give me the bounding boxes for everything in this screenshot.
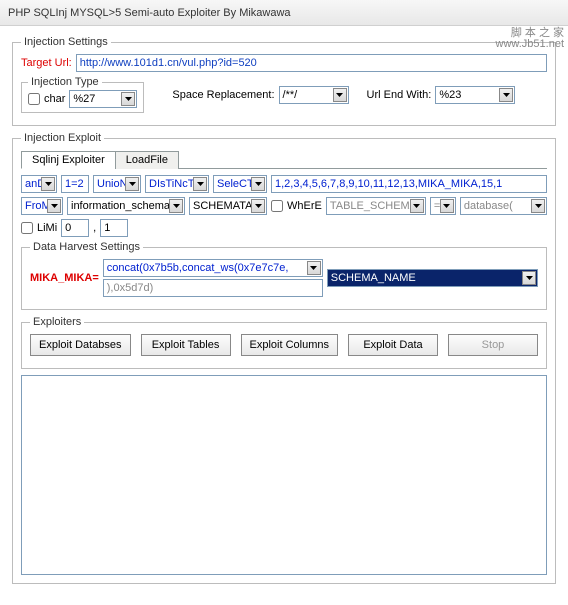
one-two-input[interactable]: [61, 175, 89, 193]
injection-exploit-group: Injection Exploit Sqlinj Exploiter LoadF…: [12, 132, 556, 584]
from-select[interactable]: FroM: [21, 197, 63, 215]
char-label: char: [44, 93, 65, 105]
chevron-down-icon: [125, 177, 139, 191]
chevron-down-icon: [169, 199, 183, 213]
schemata-select[interactable]: SCHEMATA: [189, 197, 267, 215]
exploit-tables-button[interactable]: Exploit Tables: [141, 334, 231, 356]
schema-name-select[interactable]: SCHEMA_NAME: [327, 269, 538, 287]
info-schema-select[interactable]: information_schema: [67, 197, 185, 215]
char-checkbox[interactable]: [28, 93, 40, 105]
watermark: 脚 本 之 家 www.Jb51.net: [496, 28, 564, 50]
window-titlebar: PHP SQLInj MYSQL>5 Semi-auto Exploiter B…: [0, 0, 568, 26]
limit-checkbox[interactable]: [21, 222, 33, 234]
output-textarea[interactable]: [21, 375, 547, 575]
space-replacement-select[interactable]: /**/: [279, 86, 349, 104]
union-select[interactable]: UnioN: [93, 175, 141, 193]
chevron-down-icon: [251, 199, 265, 213]
chevron-down-icon: [499, 88, 513, 102]
where-checkbox[interactable]: [271, 200, 283, 212]
tab-loadfile[interactable]: LoadFile: [115, 151, 179, 169]
injection-type-legend: Injection Type: [28, 76, 102, 88]
url-end-select[interactable]: %23: [435, 86, 515, 104]
exploit-data-button[interactable]: Exploit Data: [348, 334, 438, 356]
columns-input[interactable]: [271, 175, 547, 193]
injection-settings-legend: Injection Settings: [21, 36, 111, 48]
chevron-down-icon: [522, 271, 536, 285]
url-end-label: Url End With:: [367, 89, 432, 101]
exploit-databases-button[interactable]: Exploit Databses: [30, 334, 131, 356]
chevron-down-icon: [121, 92, 135, 106]
tail-input: [103, 279, 323, 297]
chevron-down-icon: [47, 199, 61, 213]
limit-1-input[interactable]: [61, 219, 89, 237]
limit-2-input[interactable]: [100, 219, 128, 237]
target-url-input[interactable]: [76, 54, 547, 72]
and-select[interactable]: anD: [21, 175, 57, 193]
window-title: PHP SQLInj MYSQL>5 Semi-auto Exploiter B…: [8, 7, 291, 19]
exploiters-group: Exploiters Exploit Databses Exploit Tabl…: [21, 316, 547, 369]
tab-sqlinj[interactable]: Sqlinj Exploiter: [21, 151, 116, 169]
space-replacement-label: Space Replacement:: [172, 89, 274, 101]
chevron-down-icon: [333, 88, 347, 102]
chevron-down-icon: [440, 199, 454, 213]
char-select[interactable]: %27: [69, 90, 137, 108]
chevron-down-icon: [41, 177, 55, 191]
select-select[interactable]: SeleCT: [213, 175, 267, 193]
eq-select[interactable]: =: [430, 197, 456, 215]
chevron-down-icon: [193, 177, 207, 191]
chevron-down-icon: [531, 199, 545, 213]
chevron-down-icon: [307, 261, 321, 275]
distinct-select[interactable]: DIsTiNcT: [145, 175, 209, 193]
exploit-tabs: Sqlinj Exploiter LoadFile: [21, 150, 547, 169]
chevron-down-icon: [251, 177, 265, 191]
limit-label: LiMi: [37, 222, 57, 234]
exploiters-legend: Exploiters: [30, 316, 84, 328]
injection-type-group: Injection Type char %27: [21, 76, 144, 113]
table-schema-select[interactable]: TABLE_SCHEMA: [326, 197, 426, 215]
stop-button[interactable]: Stop: [448, 334, 538, 356]
target-url-label: Target Url:: [21, 57, 72, 69]
concat-select[interactable]: concat(0x7b5b,concat_ws(0x7e7c7e,: [103, 259, 323, 277]
where-label: WhErE: [287, 200, 322, 212]
injection-settings-group: Injection Settings Target Url: Injection…: [12, 36, 556, 126]
database-select[interactable]: database(: [460, 197, 547, 215]
mika-label: MIKA_MIKA=: [30, 272, 99, 284]
exploit-columns-button[interactable]: Exploit Columns: [241, 334, 338, 356]
injection-exploit-legend: Injection Exploit: [21, 132, 104, 144]
harvest-group: Data Harvest Settings MIKA_MIKA= concat(…: [21, 241, 547, 310]
chevron-down-icon: [410, 199, 424, 213]
harvest-legend: Data Harvest Settings: [30, 241, 143, 253]
